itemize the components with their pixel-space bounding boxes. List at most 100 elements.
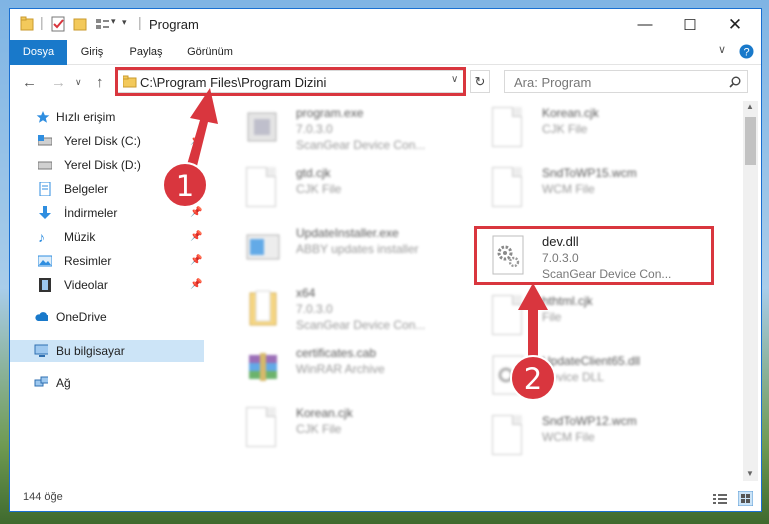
computer-icon bbox=[34, 344, 48, 357]
folder-icon bbox=[249, 290, 277, 326]
file-item[interactable]: SndToWP12.wcm WCM File bbox=[486, 409, 716, 465]
archive-icon bbox=[249, 353, 277, 381]
new-folder-icon[interactable] bbox=[73, 15, 87, 33]
file-name: x64 bbox=[296, 286, 316, 300]
help-icon[interactable]: ? bbox=[739, 44, 754, 59]
tab-share[interactable]: Paylaş bbox=[126, 40, 166, 64]
drive-icon bbox=[38, 135, 52, 146]
sidebar-item-pictures[interactable]: Resimler 📌 bbox=[10, 250, 204, 272]
search-placeholder: Ara: Program bbox=[514, 75, 592, 90]
scroll-up-icon[interactable]: ▲ bbox=[746, 102, 754, 111]
file-name: SndToWP12.wcm bbox=[542, 414, 637, 428]
file-detail: ScanGear Device Con... bbox=[296, 138, 426, 152]
minimize-button[interactable]: — bbox=[622, 9, 668, 40]
document-icon bbox=[492, 167, 526, 209]
forward-arrow-icon[interactable]: → bbox=[51, 74, 66, 91]
step-1-badge: 1 bbox=[162, 162, 208, 208]
tab-home[interactable]: Giriş bbox=[74, 40, 110, 64]
svg-text:?: ? bbox=[743, 47, 749, 59]
file-name: program.exe bbox=[296, 106, 364, 120]
view-icon[interactable] bbox=[94, 15, 110, 33]
network-icon bbox=[34, 376, 48, 387]
sidebar-item-videos[interactable]: Videolar 📌 bbox=[10, 274, 204, 296]
window-title: Program bbox=[149, 17, 199, 32]
status-bar: 144 öğe bbox=[10, 487, 761, 511]
title-bar: | ▾ ▾ | Program — ☐ ✕ bbox=[10, 9, 761, 40]
expand-ribbon-icon[interactable]: ∨ bbox=[718, 43, 726, 56]
file-detail: ScanGear Device Con... bbox=[296, 318, 426, 332]
separator: | bbox=[40, 14, 44, 30]
sidebar-item-label: Resimler bbox=[64, 254, 112, 268]
sidebar-item-label: Ağ bbox=[56, 376, 71, 390]
star-icon bbox=[36, 111, 50, 123]
pin-icon[interactable]: 📌 bbox=[190, 226, 202, 248]
file-item[interactable]: x64 7.0.3.0 ScanGear Device Con... bbox=[240, 281, 470, 337]
file-name: UpdateInstaller.exe bbox=[296, 226, 399, 240]
file-name: gtd.cjk bbox=[296, 166, 331, 180]
sidebar-item-label: Hızlı erişim bbox=[56, 110, 116, 124]
refresh-button[interactable]: ↻ bbox=[470, 70, 490, 93]
tiles-view-icon[interactable] bbox=[738, 491, 753, 506]
sidebar-item-this-pc[interactable]: Bu bilgisayar bbox=[10, 340, 204, 362]
file-item[interactable]: certificates.cab WinRAR Archive bbox=[240, 341, 470, 397]
tab-view[interactable]: Görünüm bbox=[182, 40, 238, 64]
back-arrow-icon[interactable]: ← bbox=[22, 74, 37, 91]
drive-icon bbox=[38, 161, 52, 170]
file-detail: CJK File bbox=[542, 122, 588, 136]
search-icon[interactable] bbox=[729, 76, 741, 88]
document-icon bbox=[492, 107, 526, 149]
file-detail: CJK File bbox=[296, 422, 342, 436]
file-item[interactable]: Korean.cjk CJK File bbox=[240, 401, 470, 457]
item-count: 144 öğe bbox=[23, 491, 63, 503]
file-detail: WCM File bbox=[542, 182, 595, 196]
details-view-icon[interactable] bbox=[713, 493, 727, 505]
folder-icon[interactable] bbox=[20, 15, 34, 33]
sidebar-item-label: Videolar bbox=[64, 278, 108, 292]
file-item[interactable]: UpdateInstaller.exe ABBY updates install… bbox=[240, 221, 470, 277]
file-name: certificates.cab bbox=[296, 346, 377, 360]
document-icon bbox=[246, 407, 280, 449]
properties-icon[interactable] bbox=[50, 15, 66, 33]
file-item[interactable]: gtd.cjk CJK File bbox=[240, 161, 470, 217]
file-detail: WinRAR Archive bbox=[296, 362, 385, 376]
download-arrow-icon bbox=[39, 206, 51, 219]
installer-icon bbox=[246, 234, 280, 260]
dll-highlight-box bbox=[474, 226, 714, 285]
cloud-icon bbox=[35, 312, 48, 321]
file-item[interactable]: Korean.cjk CJK File bbox=[486, 101, 716, 157]
scroll-down-icon[interactable]: ▼ bbox=[746, 469, 754, 478]
document-icon bbox=[246, 167, 280, 209]
file-item[interactable]: program.exe 7.0.3.0 ScanGear Device Con.… bbox=[240, 101, 470, 157]
pin-icon[interactable]: 📌 bbox=[190, 274, 202, 296]
file-name: Korean.cjk bbox=[542, 106, 599, 120]
file-detail: ABBY updates installer bbox=[296, 242, 419, 256]
sidebar-item-label: Belgeler bbox=[64, 182, 109, 196]
documents-icon bbox=[39, 182, 51, 196]
close-button[interactable]: ✕ bbox=[712, 9, 758, 40]
file-list: program.exe 7.0.3.0 ScanGear Device Con.… bbox=[220, 101, 740, 481]
pin-icon[interactable]: 📌 bbox=[190, 250, 202, 272]
file-detail: WCM File bbox=[542, 430, 595, 444]
scrollbar-thumb[interactable] bbox=[745, 117, 756, 165]
customize-dropdown-icon[interactable]: ▾ bbox=[111, 16, 116, 34]
sidebar-item-label: Yerel Disk (C:) bbox=[64, 134, 141, 148]
file-name: Korean.cjk bbox=[296, 406, 353, 420]
up-arrow-icon[interactable]: ↑ bbox=[96, 74, 104, 91]
film-icon bbox=[39, 278, 51, 292]
qa-dropdown-icon[interactable]: ▾ bbox=[122, 17, 127, 35]
maximize-button[interactable]: ☐ bbox=[667, 9, 713, 40]
vertical-scrollbar[interactable]: ▲ ▼ bbox=[743, 101, 758, 481]
sidebar-item-music[interactable]: ♪ Müzik 📌 bbox=[10, 226, 204, 248]
sidebar-item-network[interactable]: Ağ bbox=[10, 372, 204, 394]
document-icon bbox=[492, 415, 526, 457]
file-item[interactable]: SndToWP15.wcm WCM File bbox=[486, 161, 716, 217]
pictures-icon bbox=[38, 255, 52, 267]
sidebar-item-label: Yerel Disk (D:) bbox=[64, 158, 141, 172]
sidebar-item-label: İndirmeler bbox=[64, 206, 118, 220]
recent-dropdown-icon[interactable]: ∨ bbox=[75, 77, 82, 88]
sidebar-item-onedrive[interactable]: OneDrive bbox=[10, 306, 204, 328]
search-input[interactable]: Ara: Program bbox=[504, 70, 748, 93]
music-note-icon: ♪ bbox=[38, 229, 45, 245]
sidebar-item-label: Müzik bbox=[64, 230, 96, 244]
step-2-badge: 2 bbox=[510, 355, 556, 401]
